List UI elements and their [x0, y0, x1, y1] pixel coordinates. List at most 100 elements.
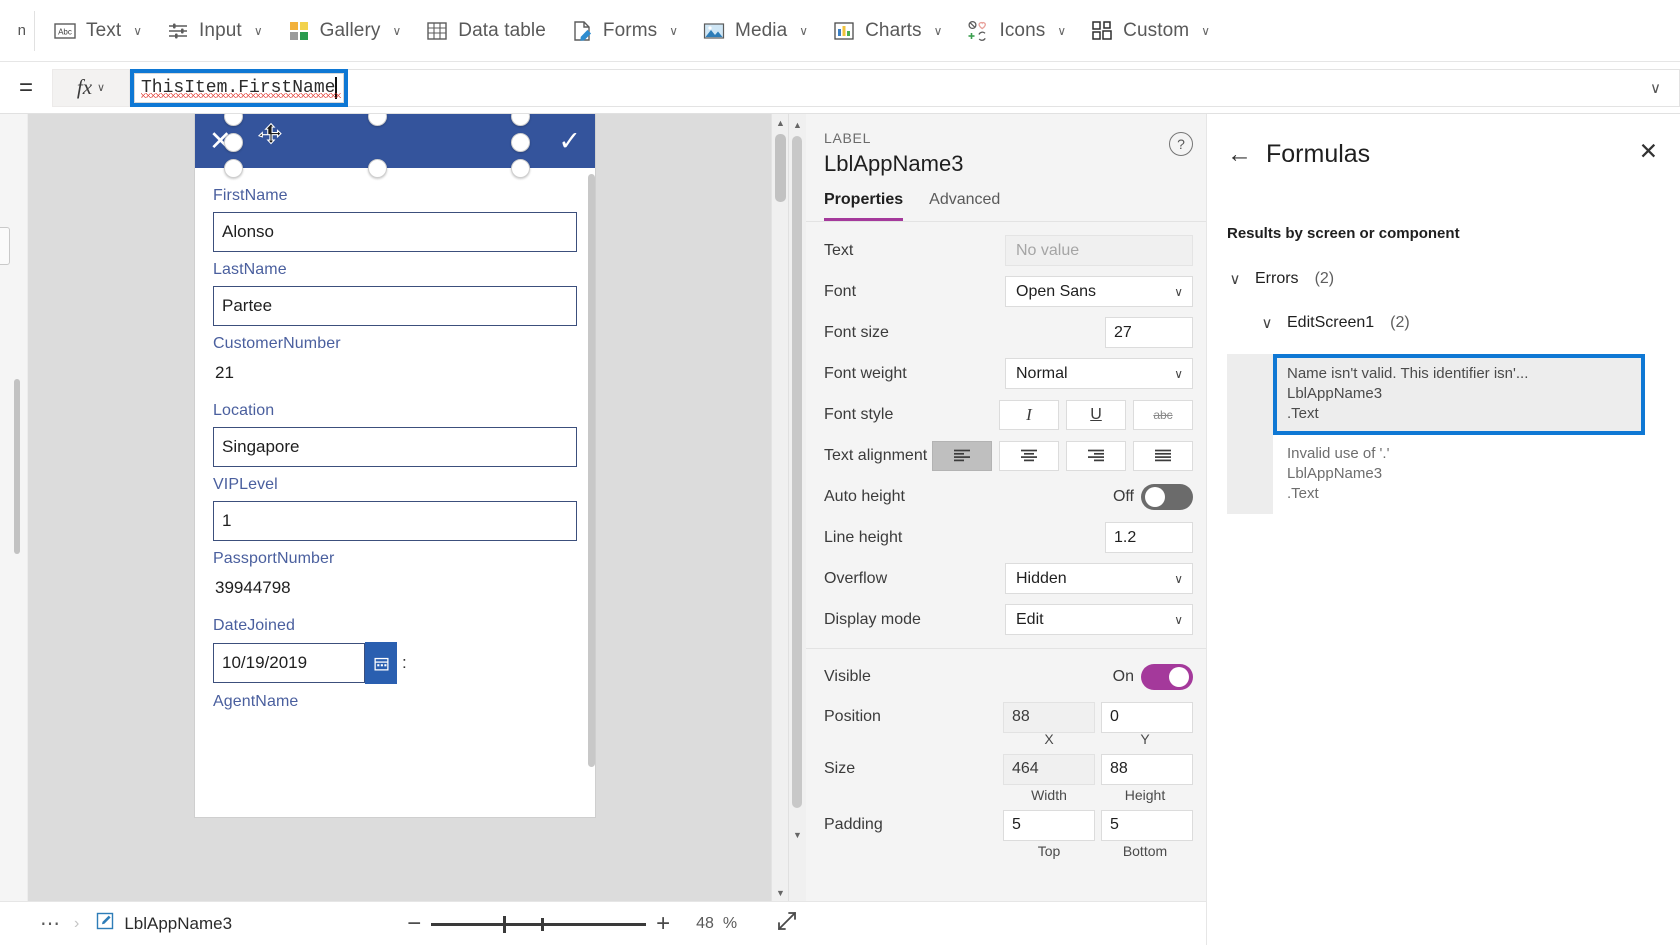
font-size-input[interactable]: 27 — [1105, 317, 1193, 348]
field-value: Singapore — [222, 437, 300, 456]
property-value: 27 — [1114, 323, 1132, 341]
more-options-icon[interactable]: ⋯ — [0, 911, 74, 936]
properties-scrollbar-thumb[interactable] — [792, 136, 802, 808]
visible-toggle[interactable] — [1141, 664, 1193, 690]
ribbon-item-forms[interactable]: Forms ∨ — [558, 9, 690, 53]
ribbon-item-gallery[interactable]: Gallery ∨ — [275, 9, 414, 53]
ribbon-item-text[interactable]: Abc Text ∨ — [41, 9, 154, 53]
confirm-icon[interactable]: ✓ — [558, 127, 581, 155]
font-dropdown[interactable]: Open Sans ∨ — [1005, 276, 1193, 307]
scroll-down-icon[interactable]: ▼ — [772, 884, 788, 901]
align-center-button[interactable] — [999, 440, 1059, 471]
zoom-out-button[interactable]: − — [397, 910, 431, 938]
error-item[interactable]: Invalid use of '.' LblAppName3 .Text — [1277, 438, 1645, 511]
formula-bar: = fx ∨ ThisItem.FirstName ∨ — [0, 62, 1680, 114]
error-control: LblAppName3 — [1287, 384, 1383, 402]
underline-button[interactable]: U — [1066, 399, 1126, 430]
chevron-down-icon[interactable]: ∨ — [1259, 314, 1275, 332]
field-input[interactable]: Partee — [213, 286, 577, 326]
error-item-selected[interactable]: Name isn't valid. This identifier isn'..… — [1273, 354, 1645, 436]
canvas-scrollbar-thumb[interactable] — [775, 134, 786, 202]
resize-handle-bottom-right[interactable] — [511, 159, 530, 178]
close-icon[interactable]: ✕ — [1639, 140, 1658, 163]
italic-glyph: I — [1026, 404, 1032, 424]
date-picker[interactable]: 10/19/2019 : — [213, 642, 577, 684]
formula-equals-toggle[interactable]: = — [0, 62, 52, 114]
auto-height-toggle[interactable] — [1141, 483, 1193, 510]
ribbon-item-charts[interactable]: Charts ∨ — [820, 9, 954, 53]
scroll-up-icon[interactable]: ▲ — [789, 116, 806, 133]
align-justify-icon — [1155, 449, 1171, 462]
position-x-input[interactable]: 88 — [1003, 701, 1095, 733]
ribbon-item-data-table[interactable]: Data table — [413, 9, 558, 53]
ribbon-item-custom[interactable]: Custom ∨ — [1078, 9, 1222, 53]
fit-to-screen-icon[interactable] — [775, 909, 799, 938]
position-y-input[interactable]: 0 — [1101, 701, 1193, 733]
property-label: Text alignment — [824, 446, 928, 464]
formulas-title: Formulas — [1266, 140, 1371, 168]
canvas-scrollbar[interactable]: ▲ ▼ — [771, 114, 788, 901]
properties-header: LABEL LblAppName3 ? — [806, 114, 1206, 177]
tree-node-errors[interactable]: ∨ Errors (2) — [1227, 260, 1660, 298]
form-field-passportnumber: PassportNumber 39944798 — [213, 550, 577, 608]
resize-handle-bottom-center[interactable] — [368, 159, 387, 178]
chevron-down-icon[interactable]: ∨ — [1227, 270, 1243, 288]
scroll-down-icon[interactable]: ▼ — [789, 826, 806, 843]
ribbon-item-media[interactable]: Media ∨ — [690, 9, 820, 53]
chevron-down-icon[interactable]: ∨ — [1650, 79, 1661, 97]
property-label: Size — [824, 760, 856, 777]
size-width-input[interactable]: 464 — [1003, 753, 1095, 785]
calendar-icon[interactable] — [365, 642, 397, 684]
ribbon-item-input[interactable]: Input ∨ — [154, 9, 275, 53]
zoom-slider[interactable] — [431, 914, 647, 934]
screen-preview[interactable]: ✕ ✓ FirstName Alonso LastName Partee Cus… — [195, 114, 595, 817]
back-arrow-icon[interactable]: ← — [1227, 142, 1252, 167]
property-row-visible: Visible On — [806, 655, 1206, 699]
form-scrollbar-thumb[interactable] — [588, 174, 595, 767]
left-rail-item-stub[interactable] — [0, 227, 10, 265]
position-y-sublabel: Y — [1140, 731, 1150, 747]
form-field-location: Location Singapore — [213, 402, 577, 467]
field-label: DateJoined — [213, 617, 295, 634]
align-right-button[interactable] — [1066, 440, 1126, 471]
italic-button[interactable]: I — [999, 399, 1059, 430]
tree-node-editscreen1[interactable]: ∨ EditScreen1 (2) — [1227, 304, 1660, 342]
display-mode-dropdown[interactable]: Edit ∨ — [1005, 604, 1193, 635]
align-left-button[interactable] — [932, 440, 992, 471]
formula-bar-rest[interactable]: ∨ — [348, 68, 1680, 107]
field-input[interactable]: 1 — [213, 501, 577, 541]
resize-handle-mid-left[interactable] — [224, 133, 243, 152]
formula-input[interactable]: ThisItem.FirstName — [134, 72, 344, 103]
breadcrumb-selected-control[interactable]: LblAppName3 — [95, 911, 232, 936]
field-input[interactable]: Singapore — [213, 427, 577, 467]
field-input[interactable]: Alonso — [213, 212, 577, 252]
line-height-input[interactable]: 1.2 — [1105, 522, 1193, 553]
padding-bottom-input[interactable]: 5 — [1101, 809, 1193, 841]
form-scrollbar[interactable] — [588, 174, 595, 814]
app-canvas[interactable]: ✕ ✓ FirstName Alonso LastName Partee Cus… — [28, 114, 788, 901]
ribbon-item-custom-label: Custom — [1123, 19, 1190, 41]
overflow-dropdown[interactable]: Hidden ∨ — [1005, 563, 1193, 594]
ribbon-item-icons[interactable]: Icons ∨ — [954, 9, 1078, 53]
properties-scrollbar[interactable]: ▲ ▼ — [789, 114, 806, 901]
align-justify-button[interactable] — [1133, 440, 1193, 471]
help-icon[interactable]: ? — [1169, 132, 1193, 156]
size-height-input[interactable]: 88 — [1101, 753, 1193, 785]
strikethrough-button[interactable]: abc — [1133, 399, 1193, 430]
field-value: 1 — [222, 511, 232, 530]
text-value-field[interactable]: No value — [1005, 235, 1193, 266]
zoom-in-button[interactable]: + — [646, 910, 680, 938]
auto-height-state: Off — [1112, 487, 1134, 505]
tab-properties[interactable]: Properties — [824, 191, 904, 221]
date-value[interactable]: 10/19/2019 — [213, 643, 365, 683]
property-selector[interactable]: fx ∨ — [52, 68, 130, 107]
scroll-up-icon[interactable]: ▲ — [772, 114, 788, 131]
font-weight-dropdown[interactable]: Normal ∨ — [1005, 358, 1193, 389]
property-label: Visible — [824, 668, 871, 685]
tab-advanced[interactable]: Advanced — [929, 191, 1000, 221]
resize-handle-bottom-left[interactable] — [224, 159, 243, 178]
padding-top-input[interactable]: 5 — [1003, 809, 1095, 841]
left-rail-scrollbar[interactable] — [14, 379, 20, 554]
zoom-slider-thumb[interactable] — [503, 915, 507, 933]
resize-handle-mid-right[interactable] — [511, 133, 530, 152]
